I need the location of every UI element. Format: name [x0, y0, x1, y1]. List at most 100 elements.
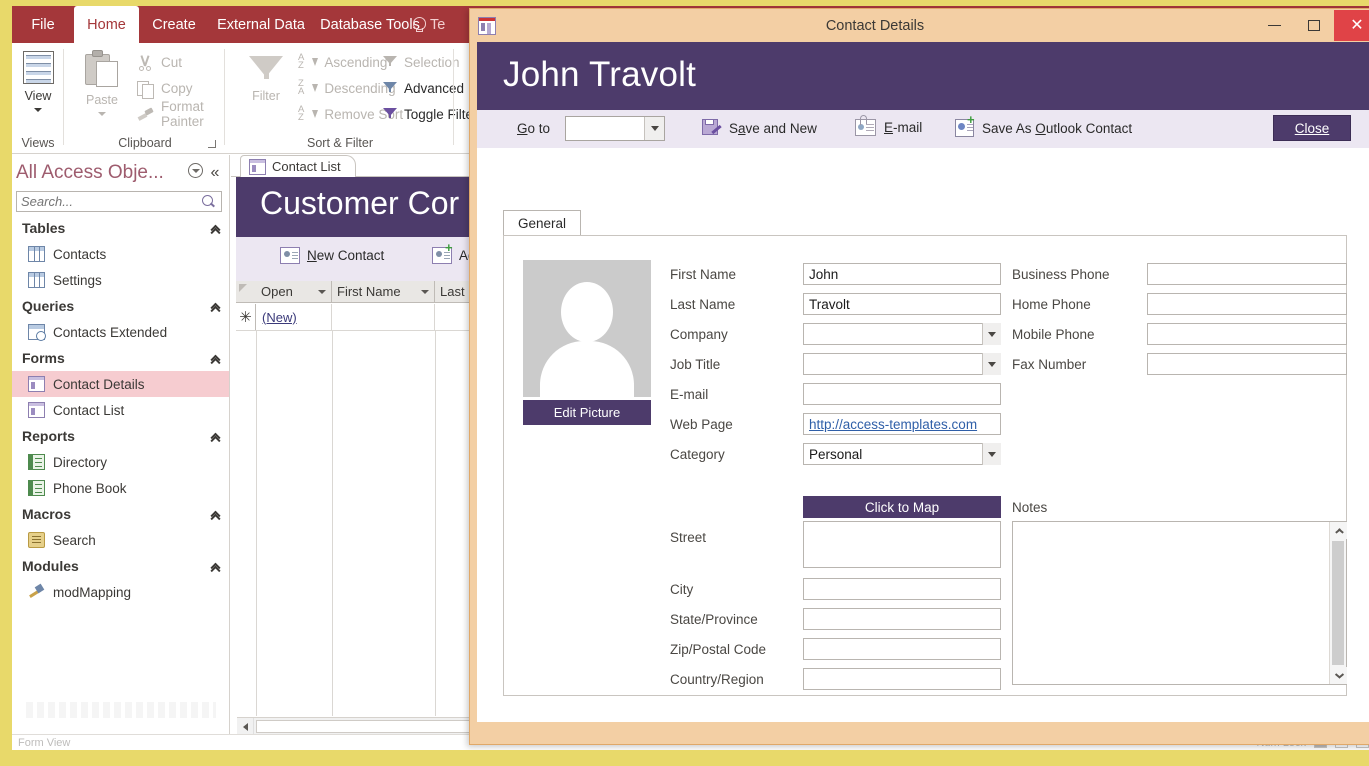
- toggle-filter-button[interactable]: Toggle Filter: [382, 103, 478, 125]
- goto-combo[interactable]: [565, 116, 665, 141]
- contact-name-heading: John Travolt: [503, 55, 697, 94]
- scroll-up-arrow-icon[interactable]: [1330, 522, 1347, 539]
- format-painter-icon: [137, 106, 154, 123]
- nav-group-tables[interactable]: Tables: [12, 215, 229, 241]
- state-province-input[interactable]: [803, 608, 1001, 630]
- copy-button[interactable]: Copy: [137, 77, 193, 99]
- close-window-button[interactable]: ✕: [1334, 10, 1369, 41]
- country-region-input[interactable]: [803, 668, 1001, 690]
- nav-group-forms[interactable]: Forms: [12, 345, 229, 371]
- cell-open[interactable]: (New): [256, 304, 332, 330]
- clipboard-dialog-launcher[interactable]: [208, 139, 219, 150]
- chevron-down-icon[interactable]: [421, 289, 429, 294]
- navigation-pane-title[interactable]: All Access Obje...: [16, 162, 185, 184]
- nav-group-reports[interactable]: Reports: [12, 423, 229, 449]
- mobile-phone-input[interactable]: [1147, 323, 1347, 345]
- nav-item-directory[interactable]: Directory: [12, 449, 229, 475]
- column-header-first-name[interactable]: First Name: [332, 281, 435, 302]
- search-icon[interactable]: [201, 194, 217, 210]
- nav-item-modmapping[interactable]: modMapping: [12, 579, 229, 605]
- edit-picture-button[interactable]: Edit Picture: [523, 400, 651, 425]
- home-phone-input[interactable]: [1147, 293, 1347, 315]
- nav-item-search-macro[interactable]: Search: [12, 527, 229, 553]
- format-painter-button[interactable]: Format Painter: [137, 99, 225, 129]
- category-combo[interactable]: Personal: [803, 443, 1001, 465]
- contact-photo-placeholder[interactable]: [523, 260, 651, 397]
- cell-first-name[interactable]: [332, 304, 435, 330]
- sort-descending-button[interactable]: ZA Descending: [298, 77, 396, 99]
- close-form-button[interactable]: Close: [1273, 115, 1351, 141]
- street-input[interactable]: [803, 521, 1001, 568]
- nav-group-macros[interactable]: Macros: [12, 501, 229, 527]
- navigation-search-row[interactable]: [16, 191, 222, 212]
- paste-icon: [85, 50, 119, 88]
- open-new-link[interactable]: (New): [262, 310, 297, 325]
- nav-item-contacts[interactable]: Contacts: [12, 241, 229, 267]
- company-dropdown-button[interactable]: [982, 323, 1001, 345]
- selection-button[interactable]: Selection: [382, 51, 477, 73]
- ribbon-tab-database-tools[interactable]: Database Tools: [315, 6, 425, 43]
- tab-general[interactable]: General: [503, 210, 582, 236]
- chevron-down-icon[interactable]: [318, 289, 326, 294]
- last-name-input[interactable]: Travolt: [803, 293, 1001, 315]
- notes-textarea[interactable]: [1012, 521, 1347, 685]
- dialog-title-bar[interactable]: Contact Details ✕: [470, 9, 1369, 42]
- save-as-outlook-contact-button[interactable]: + Save As Outlook Contact: [955, 113, 1133, 137]
- web-page-input[interactable]: http://access-templates.com: [803, 413, 1001, 435]
- nav-item-phone-book[interactable]: Phone Book: [12, 475, 229, 501]
- first-name-input[interactable]: John: [803, 263, 1001, 285]
- goto-combo-dropdown-button[interactable]: [644, 117, 664, 140]
- nav-item-contacts-extended[interactable]: Contacts Extended: [12, 319, 229, 345]
- company-combo[interactable]: [803, 323, 1001, 345]
- paste-button[interactable]: Paste: [75, 48, 129, 128]
- save-and-new-button[interactable]: Save and New: [702, 119, 817, 138]
- minimize-button[interactable]: [1254, 10, 1294, 41]
- goto-combo-value[interactable]: [566, 117, 644, 140]
- maximize-button[interactable]: [1294, 10, 1334, 41]
- web-page-link[interactable]: http://access-templates.com: [809, 417, 995, 432]
- job-title-label: Job Title: [670, 357, 721, 372]
- advanced-button[interactable]: Advanced: [382, 77, 482, 99]
- nav-item-contact-list[interactable]: Contact List: [12, 397, 229, 423]
- sort-ascending-button[interactable]: AZ Ascending: [298, 51, 387, 73]
- email-button[interactable]: E-mail: [855, 115, 922, 136]
- view-button[interactable]: View: [16, 48, 60, 124]
- ribbon-tab-external-data[interactable]: External Data: [209, 6, 313, 43]
- nav-item-contact-details[interactable]: Contact Details: [12, 371, 229, 397]
- nav-group-queries[interactable]: Queries: [12, 293, 229, 319]
- navigation-pane-collapse-button[interactable]: «: [205, 164, 225, 182]
- column-header-open[interactable]: Open: [256, 281, 332, 302]
- tell-me-search[interactable]: Te: [412, 6, 445, 43]
- scroll-down-arrow-icon[interactable]: [1330, 667, 1347, 684]
- save-as-outlook-label: Save As Outlook Contact: [982, 120, 1133, 136]
- navigation-search-input[interactable]: [17, 193, 201, 210]
- nav-group-modules[interactable]: Modules: [12, 553, 229, 579]
- nav-item-settings[interactable]: Settings: [12, 267, 229, 293]
- email-input[interactable]: [803, 383, 1001, 405]
- table-icon: [28, 246, 45, 262]
- nav-item-search-macro-label: Search: [53, 532, 96, 548]
- cut-button[interactable]: Cut: [137, 51, 182, 73]
- city-input[interactable]: [803, 578, 1001, 600]
- click-to-map-button[interactable]: Click to Map: [803, 496, 1001, 518]
- navigation-pane-menu-button[interactable]: [185, 163, 205, 183]
- business-phone-input[interactable]: [1147, 263, 1347, 285]
- job-title-combo[interactable]: [803, 353, 1001, 375]
- zip-postal-code-input[interactable]: [803, 638, 1001, 660]
- scroll-left-arrow-icon[interactable]: [237, 717, 254, 735]
- person-head-icon: [561, 282, 613, 342]
- ribbon-tab-home[interactable]: Home: [74, 6, 139, 43]
- job-title-dropdown-button[interactable]: [982, 353, 1001, 375]
- view-button-label: View: [24, 89, 52, 103]
- ribbon-tab-file[interactable]: File: [20, 6, 66, 43]
- filter-button[interactable]: Filter: [240, 48, 292, 128]
- category-dropdown-button[interactable]: [982, 443, 1001, 465]
- select-all-corner[interactable]: [236, 281, 256, 302]
- document-tab-contact-list[interactable]: Contact List: [240, 155, 356, 177]
- ribbon-tab-create[interactable]: Create: [143, 6, 205, 43]
- category-label: Category: [670, 447, 725, 462]
- fax-number-input[interactable]: [1147, 353, 1347, 375]
- new-contact-button[interactable]: NNew Contactew Contact: [280, 247, 384, 264]
- notes-vertical-scrollbar[interactable]: [1329, 522, 1347, 684]
- notes-scroll-thumb[interactable]: [1332, 541, 1344, 665]
